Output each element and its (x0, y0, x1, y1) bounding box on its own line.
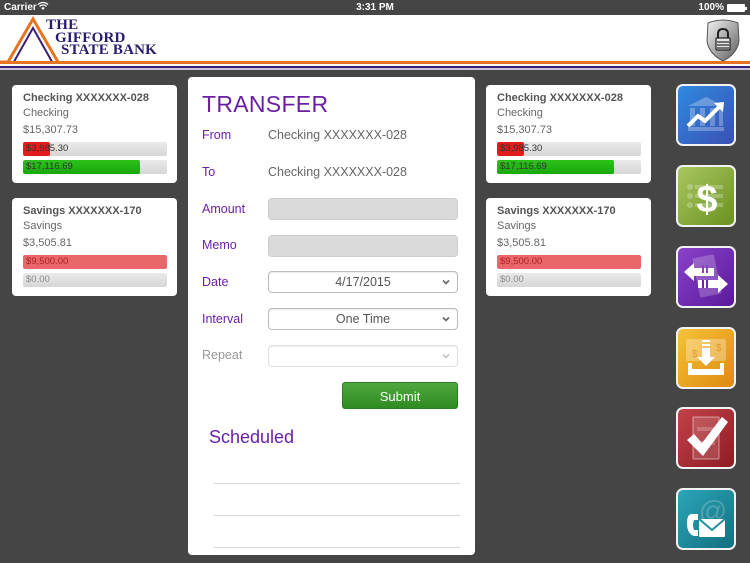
account-balance: $15,307.73 (497, 124, 553, 136)
lock-shield-icon (706, 19, 740, 62)
scheduled-list-item[interactable] (214, 483, 460, 484)
account-title: Checking XXXXXXX-028 (23, 92, 149, 104)
accounts-nav-button[interactable] (676, 84, 736, 146)
bar-label: $3,985.30 (500, 143, 543, 154)
account-balance: $3,505.81 (23, 237, 72, 249)
bar-label: $3,985.30 (26, 143, 69, 154)
bar-label: $0.00 (26, 274, 50, 285)
account-title: Savings XXXXXXX-170 (23, 205, 142, 217)
svg-text:$: $ (692, 349, 698, 360)
balance-bar: $9,500.00 (497, 255, 641, 269)
interval-select[interactable]: One Time (268, 308, 458, 330)
account-card-savings[interactable]: Savings XXXXXXX-170 Savings $3,505.81 $9… (486, 198, 651, 296)
dollar-icon: $ (687, 179, 723, 221)
battery-percent: 100% (698, 2, 724, 13)
bank-logo: THE GIFFORD STATE BANK (46, 18, 158, 58)
chevron-down-icon (442, 354, 450, 359)
balance-bar: $0.00 (23, 273, 167, 287)
bank-chart-icon (686, 97, 724, 131)
bar-label: $9,500.00 (500, 256, 543, 267)
approvals-nav-button[interactable] (676, 407, 736, 469)
balance-bar: $17,116.69 (23, 160, 167, 174)
account-title: Checking XXXXXXX-028 (497, 92, 623, 104)
bar-label: $9,500.00 (26, 256, 69, 267)
header-stripe (0, 68, 750, 70)
svg-text:$: $ (696, 179, 717, 221)
scheduled-heading: Scheduled (209, 427, 295, 447)
amount-label: Amount (202, 202, 246, 216)
phone-mail-icon: @ (687, 495, 727, 537)
balance-bar: $9,500.00 (23, 255, 167, 269)
account-title: Savings XXXXXXX-170 (497, 205, 616, 217)
balance-bar: $17,116.69 (497, 160, 641, 174)
account-type: Checking (497, 107, 543, 119)
date-label: Date (202, 275, 229, 289)
date-select[interactable]: 4/17/2015 (268, 271, 458, 293)
logo-line: STATE BANK (61, 42, 158, 58)
app-header: THE GIFFORD STATE BANK (0, 15, 750, 70)
bar-label: $17,116.69 (500, 161, 547, 172)
from-account-selector[interactable]: Checking XXXXXXX-028 (268, 128, 407, 142)
pay-bills-nav-button[interactable]: $ (676, 165, 736, 227)
repeat-label: Repeat (202, 348, 243, 362)
from-label: From (202, 128, 232, 142)
to-account-selector[interactable]: Checking XXXXXXX-028 (268, 165, 407, 179)
contact-nav-button[interactable]: @ (676, 488, 736, 550)
account-type: Savings (497, 220, 537, 232)
memo-label: Memo (202, 238, 237, 252)
bar-label: $17,116.69 (26, 161, 73, 172)
logout-button[interactable] (704, 17, 742, 63)
amount-input[interactable] (268, 198, 458, 220)
interval-label: Interval (202, 312, 243, 326)
account-balance: $3,505.81 (497, 237, 546, 249)
svg-text:$: $ (716, 343, 722, 354)
interval-value: One Time (335, 312, 391, 326)
battery-icon (727, 4, 747, 12)
date-value: 4/17/2015 (335, 275, 391, 289)
account-card-savings[interactable]: Savings XXXXXXX-170 Savings $3,505.81 $9… (12, 198, 177, 296)
transfer-arrows-icon (684, 254, 728, 298)
account-type: Savings (23, 220, 63, 232)
transfer-panel: TRANSFER From Checking XXXXXXX-028 To Ch… (188, 77, 475, 555)
scheduled-list-item[interactable] (214, 515, 460, 516)
chevron-down-icon (442, 279, 450, 285)
page-title: TRANSFER (202, 91, 329, 117)
balance-bar: $3,985.30 (497, 142, 641, 156)
balance-bar: $3,985.30 (23, 142, 167, 156)
repeat-select[interactable] (268, 345, 458, 367)
submit-button[interactable]: Submit (342, 382, 458, 409)
account-card-checking[interactable]: Checking XXXXXXX-028 Checking $15,307.73… (486, 85, 651, 183)
bar-label: $0.00 (500, 274, 524, 285)
deposit-nav-button[interactable]: $ $ (676, 327, 736, 389)
status-bar: Carrier 3:31 PM 100% (0, 0, 750, 15)
balance-bar: $0.00 (497, 273, 641, 287)
status-time: 3:31 PM (356, 2, 394, 13)
memo-input[interactable] (268, 235, 458, 257)
account-card-checking[interactable]: Checking XXXXXXX-028 Checking $15,307.73… (12, 85, 177, 183)
scheduled-list-item[interactable] (214, 547, 460, 548)
account-type: Checking (23, 107, 69, 119)
transfer-nav-button[interactable] (676, 246, 736, 308)
deposit-download-icon: $ $ (686, 339, 726, 375)
checkmark-icon (687, 416, 728, 460)
account-balance: $15,307.73 (23, 124, 79, 136)
chevron-down-icon (442, 316, 450, 322)
to-label: To (202, 165, 216, 179)
